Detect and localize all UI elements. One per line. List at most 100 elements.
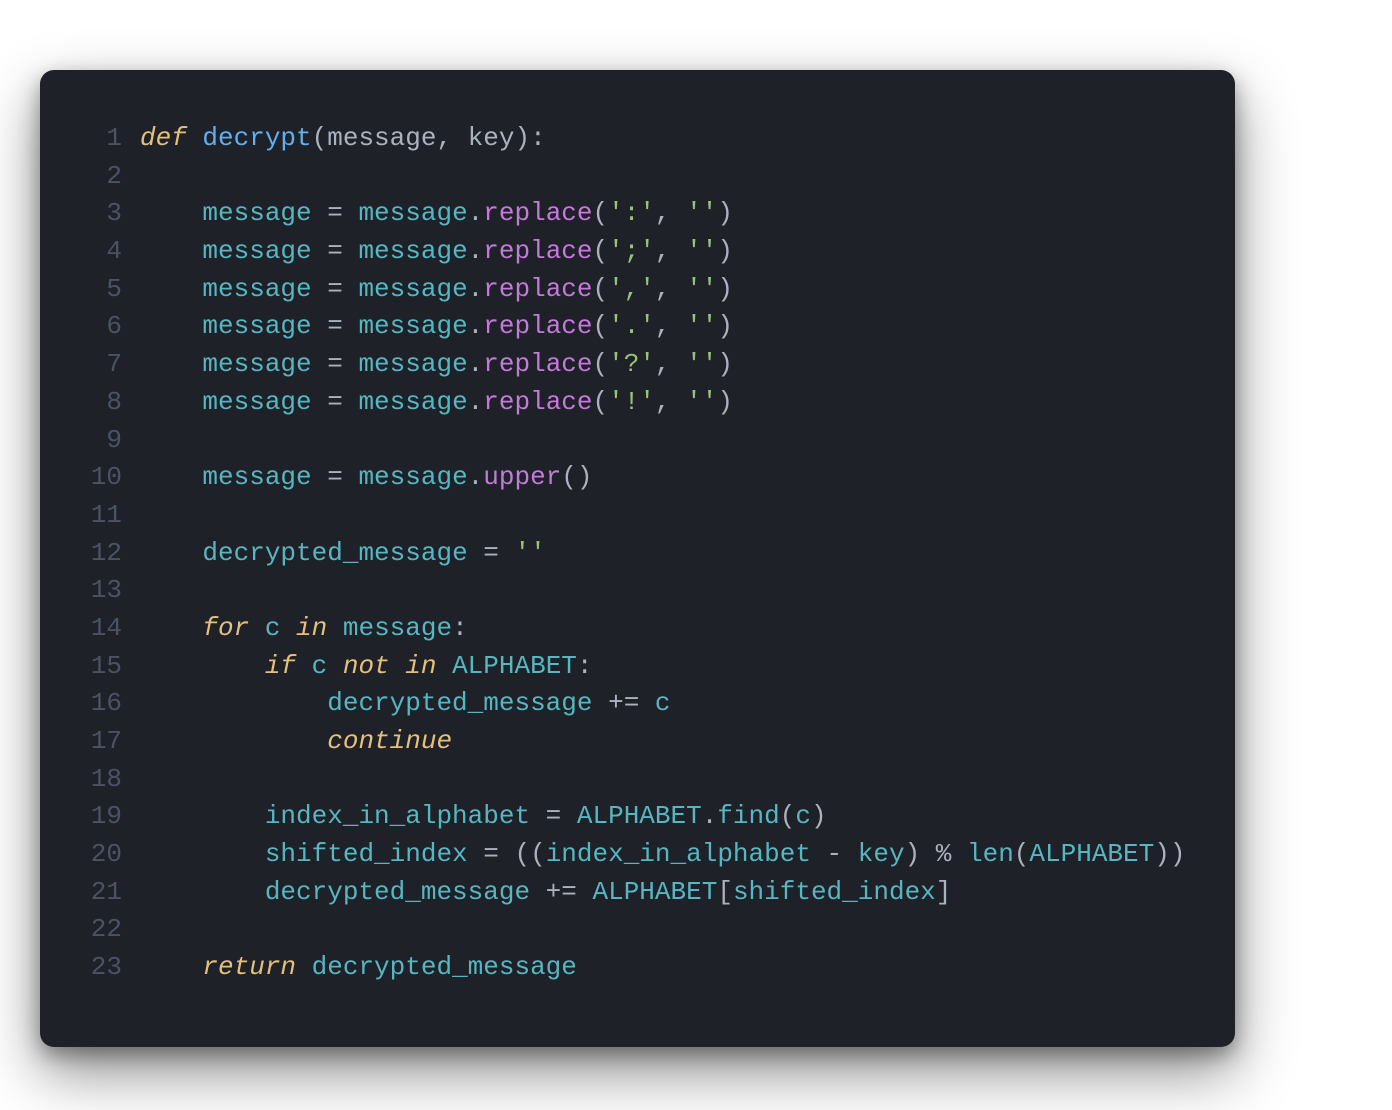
code-line[interactable]: 6 message = message.replace('.', '') [70, 308, 1185, 346]
code-token: message [327, 123, 436, 153]
code-token: ( [1014, 839, 1030, 869]
code-token: '!' [608, 387, 655, 417]
code-token [140, 688, 327, 718]
code-line[interactable]: 10 message = message.upper() [70, 459, 1185, 497]
line-content[interactable]: decrypted_message += ALPHABET[shifted_in… [140, 874, 1185, 912]
code-token: message [358, 462, 467, 492]
line-content[interactable]: message = message.upper() [140, 459, 1185, 497]
code-line[interactable]: 16 decrypted_message += c [70, 685, 1185, 723]
code-line[interactable]: 17 continue [70, 723, 1185, 761]
code-token: '' [686, 387, 717, 417]
code-token: . [468, 462, 484, 492]
line-number: 21 [70, 874, 122, 912]
code-line[interactable]: 14 for c in message: [70, 610, 1185, 648]
line-number: 18 [70, 761, 122, 799]
code-line[interactable]: 4 message = message.replace(';', '') [70, 233, 1185, 271]
line-content[interactable]: if c not in ALPHABET: [140, 648, 1185, 686]
line-number: 19 [70, 798, 122, 836]
code-token: , [655, 198, 686, 228]
code-line[interactable]: 8 message = message.replace('!', '') [70, 384, 1185, 422]
code-token: ) [717, 274, 733, 304]
code-token: , [655, 349, 686, 379]
code-token: ] [936, 877, 952, 907]
code-token: c [265, 613, 281, 643]
line-content[interactable]: decrypted_message = '' [140, 535, 1185, 573]
code-line[interactable]: 20 shifted_index = ((index_in_alphabet -… [70, 836, 1185, 874]
code-token: message [358, 236, 467, 266]
code-token: decrypted_message [265, 877, 530, 907]
code-token: c [655, 688, 671, 718]
code-token: in [280, 613, 342, 643]
code-line[interactable]: 2 [70, 158, 1185, 196]
code-line[interactable]: 23 return decrypted_message [70, 949, 1185, 987]
line-number: 11 [70, 497, 122, 535]
line-content[interactable]: for c in message: [140, 610, 1185, 648]
line-content[interactable]: message = message.replace('?', '') [140, 346, 1185, 384]
code-token: = [312, 462, 359, 492]
code-token: = [530, 801, 577, 831]
code-token: , [655, 236, 686, 266]
code-token [140, 839, 265, 869]
code-token: ALPHABET [1029, 839, 1154, 869]
code-line[interactable]: 11 [70, 497, 1185, 535]
line-content[interactable]: message = message.replace(';', '') [140, 233, 1185, 271]
line-content[interactable]: message = message.replace(':', '') [140, 195, 1185, 233]
line-number: 6 [70, 308, 122, 346]
code-token: . [468, 349, 484, 379]
code-line[interactable]: 5 message = message.replace(',', '') [70, 271, 1185, 309]
line-content[interactable]: return decrypted_message [140, 949, 1185, 987]
line-content[interactable]: decrypted_message += c [140, 685, 1185, 723]
code-token [140, 726, 327, 756]
code-token: . [468, 311, 484, 341]
code-line[interactable]: 7 message = message.replace('?', '') [70, 346, 1185, 384]
code-token: message [202, 311, 311, 341]
code-line[interactable]: 21 decrypted_message += ALPHABET[shifted… [70, 874, 1185, 912]
code-line[interactable]: 19 index_in_alphabet = ALPHABET.find(c) [70, 798, 1185, 836]
line-content[interactable]: message = message.replace(',', '') [140, 271, 1185, 309]
line-number: 13 [70, 572, 122, 610]
code-token [140, 198, 202, 228]
code-token: . [468, 198, 484, 228]
code-token: message [202, 349, 311, 379]
code-line[interactable]: 12 decrypted_message = '' [70, 535, 1185, 573]
line-content[interactable]: def decrypt(message, key): [140, 120, 1185, 158]
line-number: 8 [70, 384, 122, 422]
code-token: ':' [608, 198, 655, 228]
code-token: ) [717, 311, 733, 341]
code-line[interactable]: 22 [70, 911, 1185, 949]
line-content[interactable]: message = message.replace('!', '') [140, 384, 1185, 422]
code-container[interactable]: 1def decrypt(message, key):23 message = … [70, 120, 1185, 987]
line-number: 20 [70, 836, 122, 874]
line-content[interactable]: continue [140, 723, 1185, 761]
code-token: not in [327, 651, 452, 681]
line-content[interactable]: index_in_alphabet = ALPHABET.find(c) [140, 798, 1185, 836]
code-token [140, 651, 265, 681]
code-token: key [858, 839, 905, 869]
code-token: = [312, 387, 359, 417]
code-line[interactable]: 3 message = message.replace(':', '') [70, 195, 1185, 233]
line-content[interactable]: shifted_index = ((index_in_alphabet - ke… [140, 836, 1185, 874]
code-token: = [312, 349, 359, 379]
line-content[interactable]: message = message.replace('.', '') [140, 308, 1185, 346]
code-token [140, 236, 202, 266]
code-token: message [202, 387, 311, 417]
code-token: '?' [608, 349, 655, 379]
code-token: index_in_alphabet [546, 839, 811, 869]
code-line[interactable]: 1def decrypt(message, key): [70, 120, 1185, 158]
code-token: replace [483, 274, 592, 304]
code-token: message [202, 198, 311, 228]
code-token: message [358, 349, 467, 379]
code-token [140, 801, 265, 831]
code-line[interactable]: 13 [70, 572, 1185, 610]
code-token: '' [514, 538, 545, 568]
code-token: += [530, 877, 592, 907]
code-token: : [577, 651, 593, 681]
code-token: upper [483, 462, 561, 492]
code-line[interactable]: 15 if c not in ALPHABET: [70, 648, 1185, 686]
line-number: 22 [70, 911, 122, 949]
code-line[interactable]: 18 [70, 761, 1185, 799]
code-token: c [312, 651, 328, 681]
code-line[interactable]: 9 [70, 422, 1185, 460]
code-token: return [202, 952, 311, 982]
code-token: ) [717, 349, 733, 379]
